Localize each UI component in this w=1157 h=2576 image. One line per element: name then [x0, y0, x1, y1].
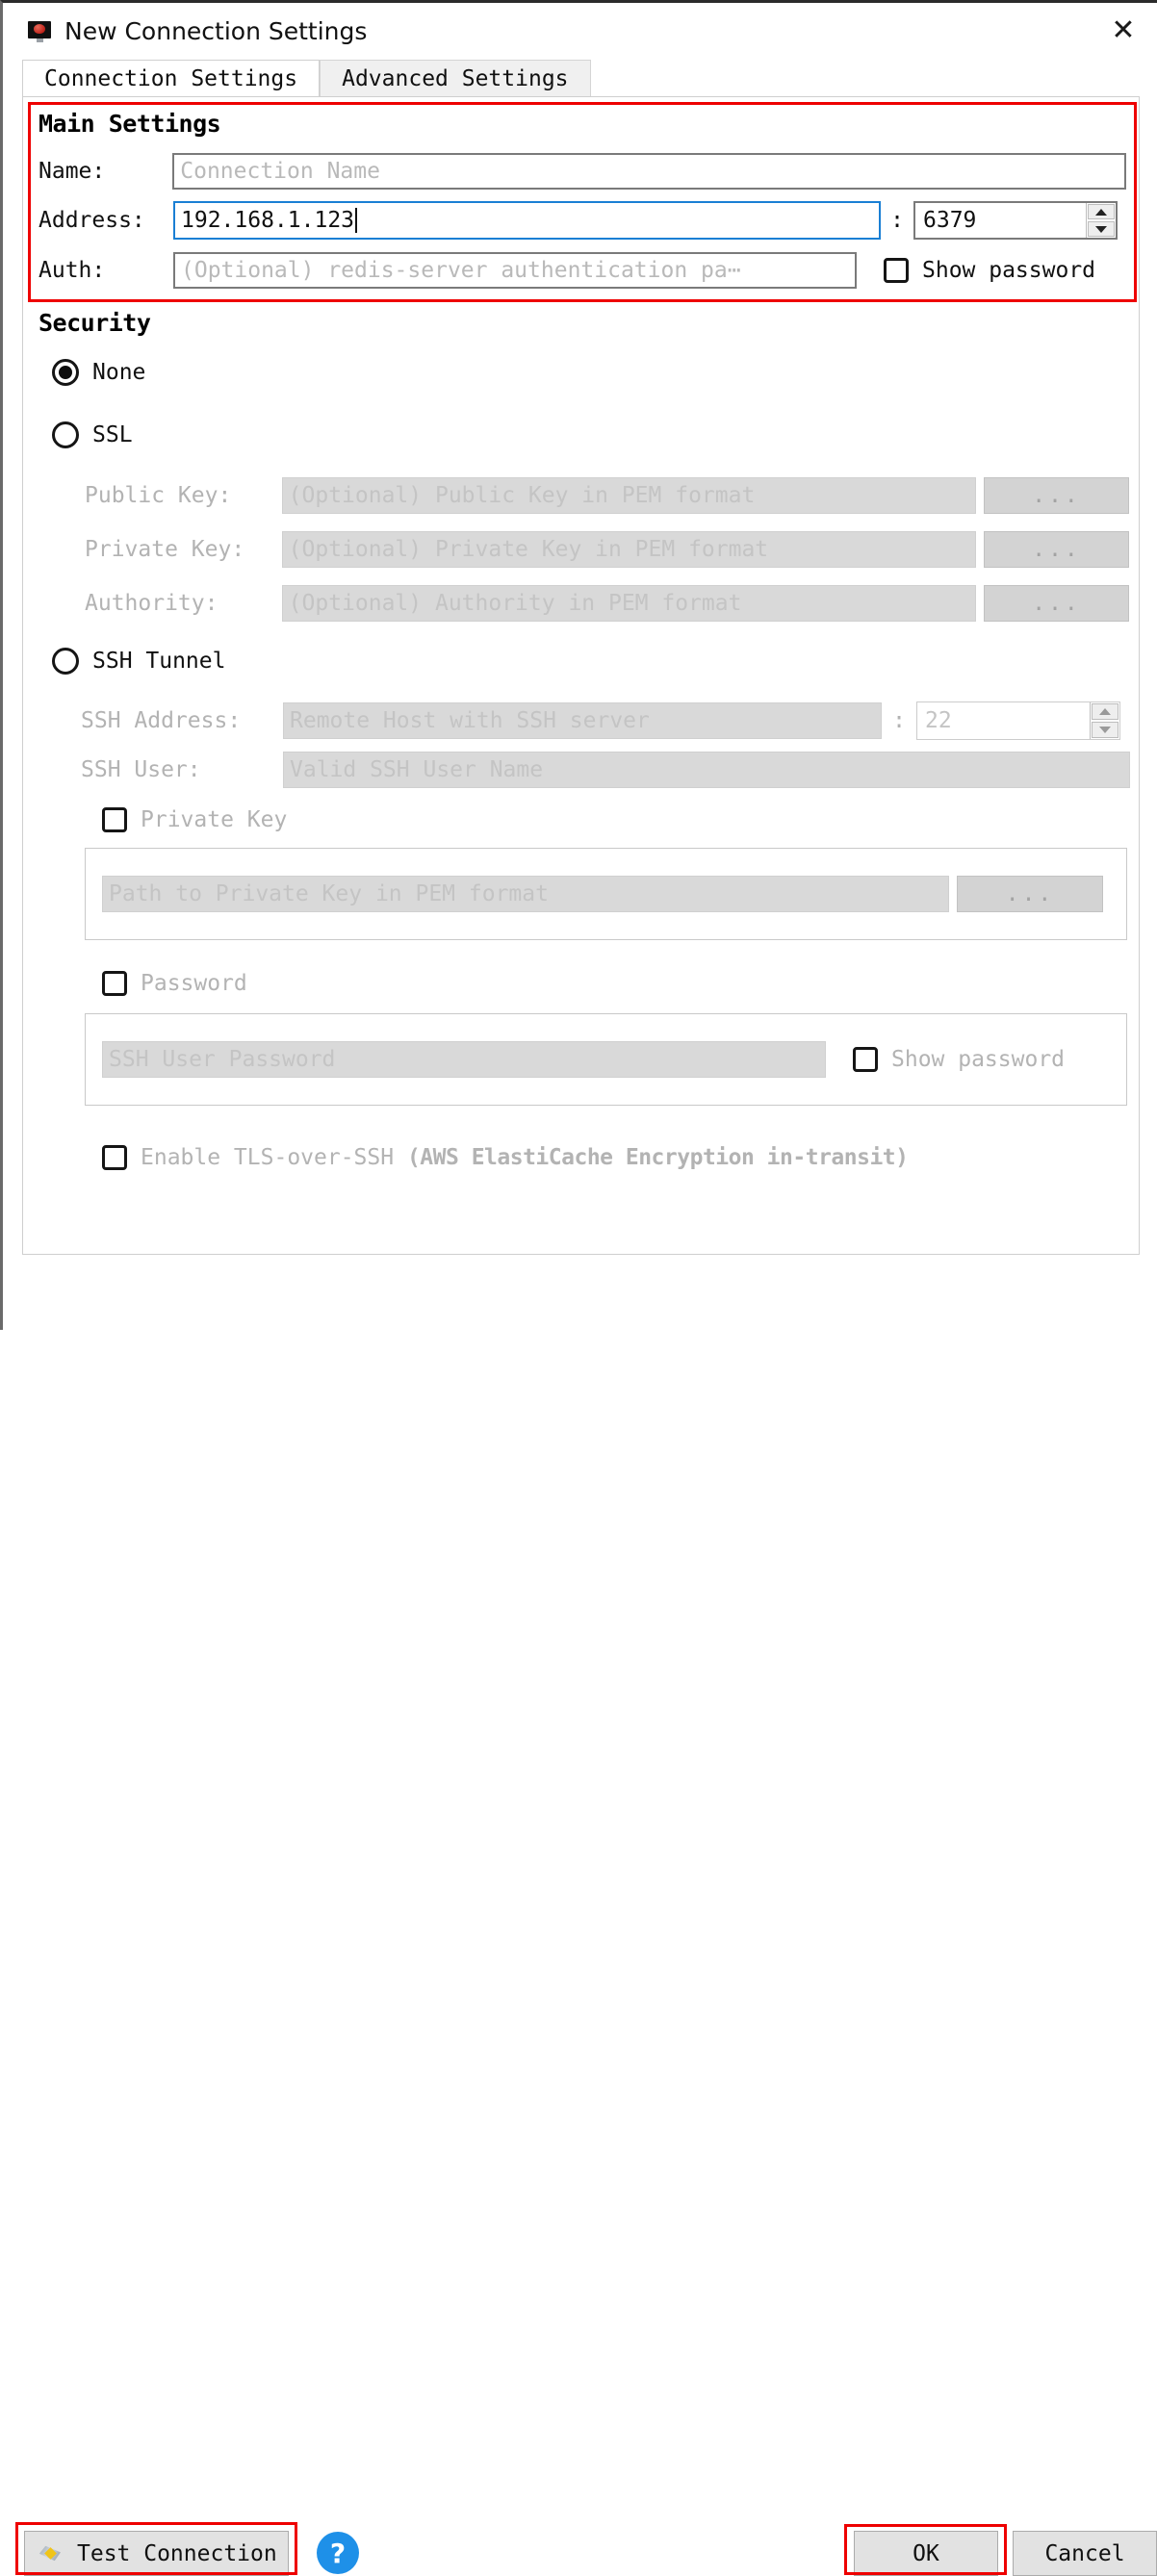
ssh-private-key-checkbox-label: Private Key: [141, 807, 287, 832]
ssl-private-key-input: (Optional) Private Key in PEM format: [282, 531, 976, 568]
port-separator: :: [881, 208, 913, 233]
ssh-port-increment-icon: [1092, 703, 1118, 720]
ssh-private-key-checkbox[interactable]: [102, 807, 127, 832]
auth-label: Auth:: [39, 258, 173, 283]
help-button[interactable]: ?: [317, 2532, 359, 2574]
ssl-authority-input: (Optional) Authority in PEM format: [282, 585, 976, 622]
security-title: Security: [39, 309, 150, 337]
ssh-address-label: SSH Address:: [81, 708, 283, 733]
new-connection-settings-dialog: New Connection Settings ✕ Connection Set…: [0, 0, 1157, 1330]
ssh-show-password-checkbox: [853, 1047, 878, 1072]
ssl-public-key-input: (Optional) Public Key in PEM format: [282, 477, 976, 514]
tab-bar: Connection Settings Advanced Settings: [22, 60, 1157, 96]
ssl-public-key-browse-button: ...: [984, 477, 1129, 514]
ssh-private-key-browse-button: ...: [957, 876, 1103, 912]
ssh-port-separator: :: [882, 708, 916, 733]
test-connection-label: Test Connection: [77, 2541, 277, 2566]
ssh-password-row: SSH User Password Show password: [102, 1041, 1113, 1078]
ssh-private-key-toggle[interactable]: Private Key: [102, 807, 287, 832]
ssl-private-key-row: Private Key: (Optional) Private Key in P…: [85, 531, 1129, 568]
ssh-user-label: SSH User:: [81, 757, 283, 782]
ssh-show-password-label: Show password: [891, 1047, 1065, 1072]
ssh-password-checkbox[interactable]: [102, 971, 127, 996]
show-password-label: Show password: [922, 258, 1095, 283]
ssh-private-key-group: Path to Private Key in PEM format ...: [85, 848, 1127, 940]
ssh-port-spinner: 22: [916, 701, 1120, 740]
ssh-password-checkbox-label: Password: [141, 971, 247, 996]
ssh-tls-checkbox[interactable]: [102, 1145, 127, 1170]
window-title: New Connection Settings: [64, 17, 367, 45]
ssh-tls-label: Enable TLS-over-SSH (AWS ElastiCache Enc…: [141, 1145, 909, 1170]
name-row: Name: Connection Name: [39, 153, 1126, 190]
connection-settings-panel: Main Settings Name: Connection Name Addr…: [22, 96, 1140, 1255]
port-spinner[interactable]: 6379: [913, 201, 1118, 240]
ssh-tls-label-plain: Enable TLS-over-SSH: [141, 1145, 407, 1170]
ssl-authority-label: Authority:: [85, 591, 282, 616]
cancel-button[interactable]: Cancel: [1013, 2531, 1157, 2576]
security-option-ssh-tunnel-label: SSH Tunnel: [92, 649, 225, 674]
title-bar: New Connection Settings ✕: [3, 3, 1157, 60]
ssh-port-decrement-icon: [1092, 722, 1118, 738]
tab-advanced-settings[interactable]: Advanced Settings: [320, 60, 590, 96]
auth-input[interactable]: (Optional) redis-server authentication p…: [173, 252, 857, 289]
text-caret: [355, 208, 357, 233]
port-increment-icon[interactable]: [1088, 204, 1115, 219]
ssh-password-group: SSH User Password Show password: [85, 1013, 1127, 1106]
security-option-ssl-label: SSL: [92, 422, 133, 447]
tab-connection-settings[interactable]: Connection Settings: [22, 60, 320, 96]
auth-row: Auth: (Optional) redis-server authentica…: [39, 252, 1126, 289]
ssh-user-input: Valid SSH User Name: [283, 752, 1130, 788]
ssh-private-key-path-row: Path to Private Key in PEM format ...: [102, 876, 1113, 912]
port-input[interactable]: 6379: [915, 203, 1086, 238]
show-password-checkbox[interactable]: [884, 258, 909, 283]
radio-none-icon[interactable]: [52, 359, 79, 386]
security-option-none[interactable]: None: [52, 359, 145, 386]
close-icon[interactable]: ✕: [1103, 11, 1144, 51]
port-decrement-icon[interactable]: [1088, 221, 1115, 237]
redis-monitor-icon: [28, 21, 53, 42]
radio-ssl-icon[interactable]: [52, 421, 79, 448]
radio-ssh-tunnel-icon[interactable]: [52, 648, 79, 675]
security-option-ssh-tunnel[interactable]: SSH Tunnel: [52, 648, 225, 675]
ssh-address-row: SSH Address: Remote Host with SSH server…: [81, 701, 1130, 740]
name-input[interactable]: Connection Name: [172, 153, 1126, 190]
ssl-public-key-label: Public Key:: [85, 483, 282, 508]
security-option-ssl[interactable]: SSL: [52, 421, 133, 448]
ssh-address-input: Remote Host with SSH server: [283, 702, 882, 739]
ssl-authority-row: Authority: (Optional) Authority in PEM f…: [85, 585, 1129, 622]
address-input-value: 192.168.1.123: [181, 208, 354, 233]
ssh-tls-toggle[interactable]: Enable TLS-over-SSH (AWS ElastiCache Enc…: [102, 1145, 909, 1170]
address-row: Address: 192.168.1.123 : 6379: [39, 201, 1126, 240]
address-label: Address:: [39, 208, 173, 233]
ssh-tls-label-bold: (AWS ElastiCache Encryption in-transit): [407, 1145, 909, 1170]
address-input[interactable]: 192.168.1.123: [173, 201, 881, 240]
test-connection-button[interactable]: Test Connection: [24, 2531, 289, 2576]
ssh-password-input: SSH User Password: [102, 1041, 826, 1078]
test-connection-icon: [39, 2543, 64, 2564]
ok-button[interactable]: OK: [854, 2531, 998, 2576]
ssh-user-row: SSH User: Valid SSH User Name: [81, 752, 1130, 788]
ssl-authority-browse-button: ...: [984, 585, 1129, 622]
security-option-none-label: None: [92, 360, 145, 385]
name-label: Name:: [39, 159, 172, 184]
ssh-password-toggle[interactable]: Password: [102, 971, 247, 996]
ssl-public-key-row: Public Key: (Optional) Public Key in PEM…: [85, 477, 1129, 514]
main-settings-title: Main Settings: [39, 110, 220, 138]
dialog-footer: Test Connection ? OK Cancel: [3, 1255, 1157, 1336]
ssh-private-key-path-input: Path to Private Key in PEM format: [102, 876, 949, 912]
ssl-private-key-label: Private Key:: [85, 537, 282, 562]
ssh-port-input: 22: [917, 702, 1090, 739]
ssl-private-key-browse-button: ...: [984, 531, 1129, 568]
